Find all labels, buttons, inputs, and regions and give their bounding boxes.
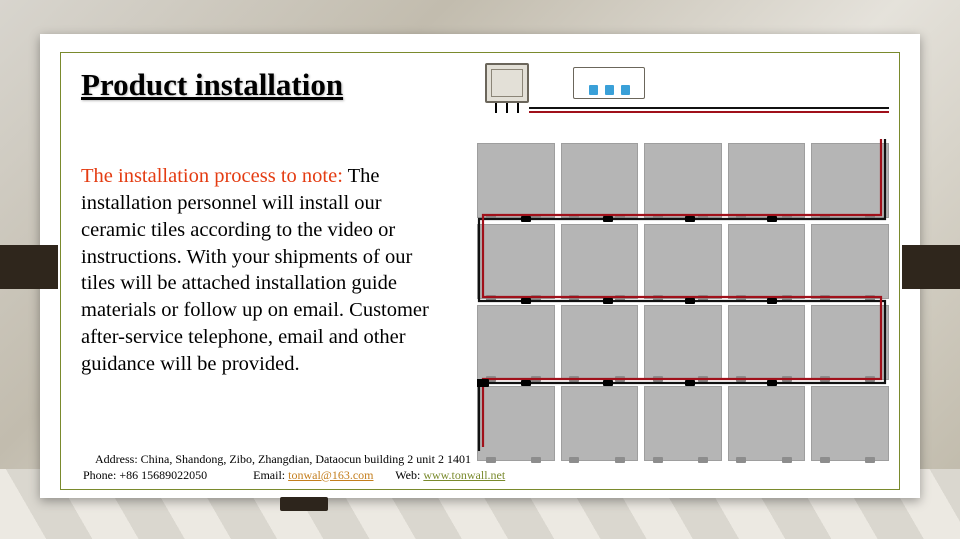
email-link[interactable]: tonwal@163.com: [288, 468, 373, 482]
address-label: Address:: [95, 452, 138, 466]
address-value: China, Shandong, Zibo, Zhangdian, Dataoc…: [138, 452, 471, 466]
note-label: The installation process to note:: [81, 165, 343, 187]
bottom-nub: [280, 497, 328, 511]
installation-diagram: [473, 57, 893, 467]
tile: [477, 305, 555, 380]
tile: [644, 224, 722, 299]
tile: [644, 386, 722, 461]
body-text: The installation personnel will install …: [81, 165, 429, 375]
web-label: Web:: [395, 468, 420, 482]
circuit-breaker-icon: [573, 67, 645, 99]
left-spine-bar: [0, 245, 58, 289]
main-wire-red: [529, 111, 889, 113]
tile: [644, 305, 722, 380]
tile-grid: [477, 143, 889, 461]
phone-value: +86 15689022050: [116, 468, 207, 482]
phone-label: Phone:: [83, 468, 116, 482]
tile: [811, 386, 889, 461]
web-link[interactable]: www.tonwall.net: [423, 468, 505, 482]
slide-border: Product installation The installation pr…: [60, 52, 900, 490]
footer-contact-line: Phone: +86 15689022050 Email: tonwal@163…: [83, 467, 877, 483]
body-paragraph: The installation process to note: The in…: [81, 163, 441, 378]
tile: [644, 143, 722, 218]
tile: [728, 305, 806, 380]
email-label: Email:: [253, 468, 285, 482]
tile: [811, 143, 889, 218]
tile: [477, 386, 555, 461]
tile: [811, 305, 889, 380]
tile: [561, 143, 639, 218]
tile: [477, 143, 555, 218]
junction-leads: [495, 103, 519, 113]
tile: [811, 224, 889, 299]
right-spine-bar: [902, 245, 960, 289]
tile: [561, 386, 639, 461]
tile: [561, 305, 639, 380]
tile: [728, 386, 806, 461]
tile: [477, 224, 555, 299]
tile: [728, 224, 806, 299]
slide-card: Product installation The installation pr…: [40, 34, 920, 498]
junction-box-icon: [485, 63, 529, 103]
tile: [728, 143, 806, 218]
tile: [561, 224, 639, 299]
main-wire-black: [529, 107, 889, 109]
